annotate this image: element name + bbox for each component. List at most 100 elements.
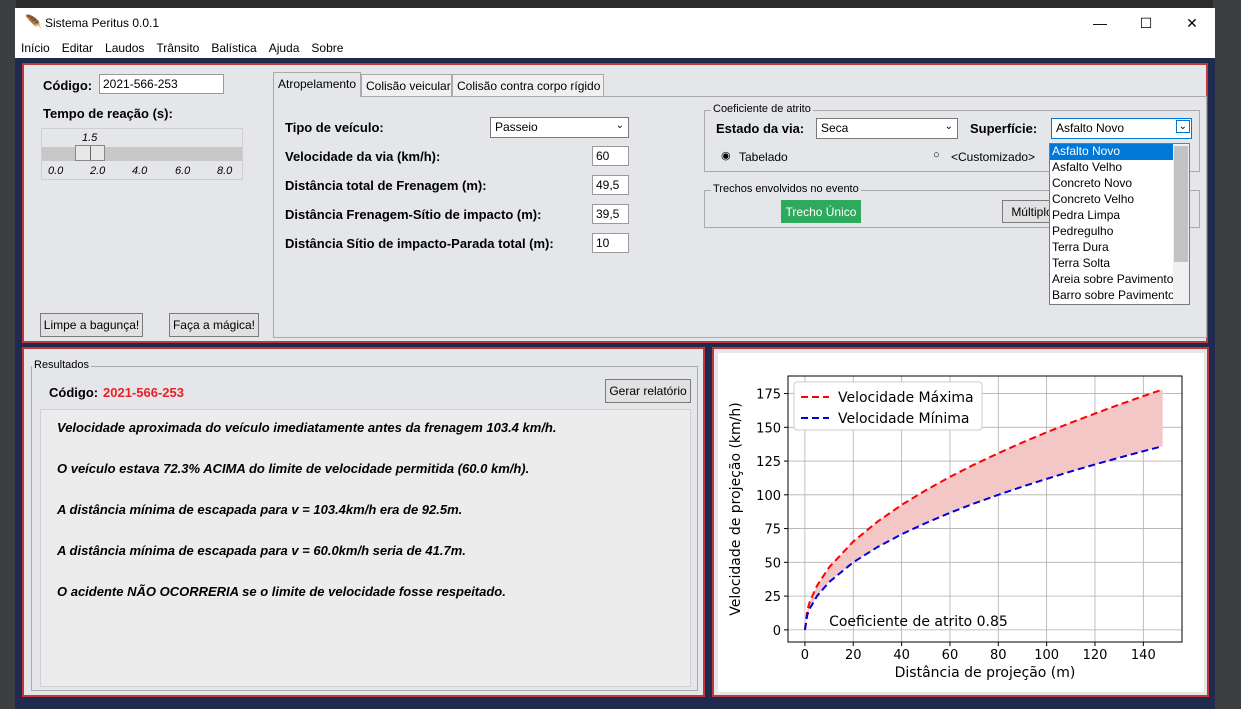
slider-tick: 6.0 <box>175 165 191 177</box>
superficie-value: Asfalto Novo <box>1056 121 1125 135</box>
y-tick-label: 125 <box>756 455 781 470</box>
superficie-select[interactable]: Asfalto Novo ⌄ <box>1051 118 1192 139</box>
projection-chart: 0 20 40 60 80 100 120 140 0 25 50 75 100 125 150 175 Dis… <box>728 375 1183 681</box>
menu-transito[interactable]: Trânsito <box>150 38 205 55</box>
y-tick-label: 75 <box>764 523 781 538</box>
menu-bar: Início Editar Laudos Trânsito Balística Ajuda… <box>15 38 1215 58</box>
estado-via-select[interactable]: Seca ⌄ <box>816 118 958 139</box>
codigo-input[interactable]: 2021-566-253 <box>99 74 224 94</box>
x-tick-label: 100 <box>1034 648 1059 663</box>
slider-handle[interactable] <box>75 145 105 161</box>
chart-canvas: 0 20 40 60 80 100 120 140 0 25 50 75 100 125 150 175 Dis… <box>718 353 1204 692</box>
x-tick-label: 120 <box>1083 648 1108 663</box>
dropdown-option[interactable]: Concreto Velho <box>1050 192 1189 208</box>
legend-label: Velocidade Mínima <box>838 411 970 427</box>
gerar-relatorio-button[interactable]: Gerar relatório <box>605 379 691 403</box>
menu-laudos[interactable]: Laudos <box>99 38 150 55</box>
dropdown-option[interactable]: Terra Dura <box>1050 240 1189 256</box>
estado-via-label: Estado da via: <box>716 121 805 136</box>
trechos-group-title: Trechos envolvidos no evento <box>711 183 861 195</box>
slider-tick: 8.0 <box>217 165 233 177</box>
tab-colisao-veicular[interactable]: Colisão veicular <box>361 74 452 96</box>
tempo-reacao-label: Tempo de reação (s): <box>43 106 173 121</box>
dropdown-option[interactable]: Terra Solta <box>1050 256 1189 272</box>
tab-atropelamento[interactable]: Atropelamento <box>273 72 361 97</box>
input-panel: Código: 2021-566-253 Tempo de reação (s)… <box>22 63 1208 343</box>
result-codigo-value: 2021-566-253 <box>103 385 184 400</box>
superficie-dropdown-list[interactable]: Asfalto Novo Asfalto Velho Concreto Novo… <box>1049 143 1190 305</box>
maximize-button[interactable]: ☐ <box>1123 8 1169 38</box>
dist-frenagem-input[interactable]: 39,5 <box>592 204 629 224</box>
results-group: Resultados Código: 2021-566-253 Gerar re… <box>31 359 698 691</box>
dropdown-option[interactable]: Asfalto Velho <box>1050 160 1189 176</box>
legend-label: Velocidade Máxima <box>838 390 974 406</box>
slider-value: 1.5 <box>82 132 98 144</box>
menu-editar[interactable]: Editar <box>56 38 99 55</box>
x-tick-label: 140 <box>1131 648 1156 663</box>
trecho-unico-button[interactable]: Trecho Único <box>781 200 861 223</box>
chart-panel: 0 20 40 60 80 100 120 140 0 25 50 75 100 125 150 175 Dis… <box>712 347 1209 697</box>
chevron-down-icon: ⌄ <box>615 120 624 131</box>
title-bar: 🪶 Sistema Peritus 0.0.1 — ☐ ✕ <box>15 8 1215 38</box>
x-tick-label: 0 <box>801 648 809 663</box>
ide-gutter <box>0 0 16 709</box>
dist-sitio-label: Distância Sítio de impacto-Parada total … <box>285 236 554 251</box>
clear-button[interactable]: Limpe a bagunça! <box>40 313 143 337</box>
x-tick-label: 40 <box>893 648 910 663</box>
dropdown-option[interactable]: Concreto Novo <box>1050 176 1189 192</box>
tipo-veiculo-value: Passeio <box>495 120 538 134</box>
velocidade-via-input[interactable]: 60 <box>592 146 629 166</box>
x-tick-label: 20 <box>845 648 862 663</box>
dist-total-input[interactable]: 49,5 <box>592 175 629 195</box>
radio-custom-icon[interactable]: ○ <box>933 149 940 161</box>
dist-frenagem-label: Distância Frenagem-Sítio de impacto (m): <box>285 207 542 222</box>
window-title: Sistema Peritus 0.0.1 <box>45 16 160 30</box>
result-codigo-label: Código: <box>49 385 99 400</box>
tipo-veiculo-select[interactable]: Passeio ⌄ <box>490 117 629 138</box>
reaction-slider[interactable]: 1.5 0.0 2.0 4.0 6.0 8.0 <box>41 128 243 180</box>
ide-right-strip <box>1213 0 1241 709</box>
close-button[interactable]: ✕ <box>1169 8 1215 38</box>
tab-colisao-corpo-rigido[interactable]: Colisão contra corpo rígido <box>452 74 604 96</box>
menu-balistica[interactable]: Balística <box>205 38 262 55</box>
dropdown-scrollbar[interactable] <box>1173 144 1189 304</box>
dropdown-option[interactable]: Areia sobre Pavimento <box>1050 272 1189 288</box>
dropdown-option[interactable]: Pedregulho <box>1050 224 1189 240</box>
results-panel: Resultados Código: 2021-566-253 Gerar re… <box>22 347 705 697</box>
y-tick-label: 25 <box>764 590 781 605</box>
y-tick-label: 50 <box>764 556 781 571</box>
menu-inicio[interactable]: Início <box>15 38 56 55</box>
radio-tabelado-checked-icon[interactable]: ◉ <box>721 149 731 162</box>
feather-icon: 🪶 <box>25 14 43 30</box>
y-axis-label: Velocidade de projeção (km/h) <box>728 402 744 615</box>
dropdown-option[interactable]: Pedra Limpa <box>1050 208 1189 224</box>
result-line: O veículo estava 72.3% ACIMA do limite d… <box>57 461 530 476</box>
result-line: O acidente NÃO OCORRERIA se o limite de … <box>57 584 506 599</box>
app-window: 🪶 Sistema Peritus 0.0.1 — ☐ ✕ Início Edit… <box>15 8 1215 709</box>
dropdown-option[interactable]: Asfalto Novo <box>1050 144 1189 160</box>
atrito-group-title: Coeficiente de atrito <box>711 103 813 115</box>
x-axis-label: Distância de projeção (m) <box>895 665 1076 681</box>
dist-sitio-input[interactable]: 10 <box>592 233 629 253</box>
y-tick-label: 150 <box>756 421 781 436</box>
codigo-label: Código: <box>43 78 93 93</box>
minimize-button[interactable]: — <box>1077 8 1123 38</box>
chevron-down-icon: ⌄ <box>944 121 953 132</box>
chart-annotation: Coeficiente de atrito 0.85 <box>829 614 1008 630</box>
y-tick-label: 0 <box>773 624 781 639</box>
result-line: A distância mínima de escapada para v = … <box>57 502 463 517</box>
result-line: A distância mínima de escapada para v = … <box>57 543 466 558</box>
results-group-title: Resultados <box>32 359 92 371</box>
menu-sobre[interactable]: Sobre <box>305 38 349 55</box>
scrollbar-thumb[interactable] <box>1174 146 1188 262</box>
menu-ajuda[interactable]: Ajuda <box>263 38 306 55</box>
dist-total-label: Distância total de Frenagem (m): <box>285 178 487 193</box>
result-line: Velocidade aproximada do veículo imediat… <box>57 420 557 435</box>
magic-button[interactable]: Faça a mágica! <box>169 313 259 337</box>
dropdown-option[interactable]: Barro sobre Pavimento <box>1050 288 1189 304</box>
x-tick-label: 60 <box>942 648 959 663</box>
y-tick-label: 175 <box>756 388 781 403</box>
tipo-veiculo-label: Tipo de veículo: <box>285 120 384 135</box>
estado-via-value: Seca <box>821 121 849 135</box>
slider-trough <box>42 147 242 161</box>
